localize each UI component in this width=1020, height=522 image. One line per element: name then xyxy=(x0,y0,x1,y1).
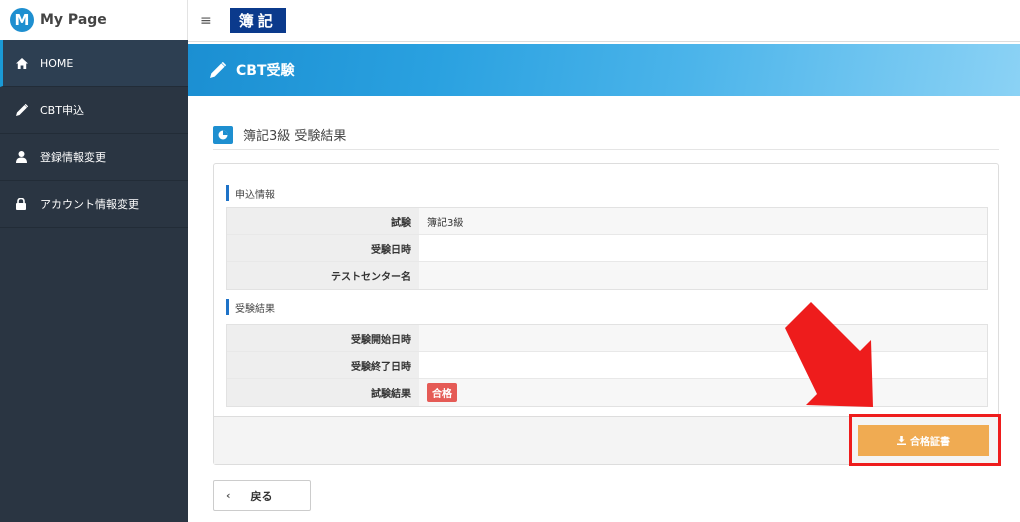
row-key: 受験開始日時 xyxy=(227,325,419,351)
row-key: 試験結果 xyxy=(227,379,419,406)
table-row: 受験日時 xyxy=(227,235,987,262)
application-info-table: 試験 簿記3級 受験日時 テストセンター名 xyxy=(226,207,988,290)
top-bar: ≡ 簿記 xyxy=(188,0,1020,42)
table-row: 試験 簿記3級 xyxy=(227,208,987,235)
logo: M xyxy=(10,8,34,32)
back-button-label: 戻る xyxy=(250,489,273,503)
home-icon xyxy=(16,57,40,69)
sidebar-item-registration[interactable]: 登録情報変更 xyxy=(0,134,188,181)
sidebar-item-cbt-apply[interactable]: CBT申込 xyxy=(0,87,188,134)
back-button[interactable]: ‹ 戻る xyxy=(213,480,311,511)
menu-toggle-icon[interactable]: ≡ xyxy=(200,13,212,29)
page-title: CBT受験 xyxy=(236,63,295,79)
row-value xyxy=(419,262,987,289)
row-key: テストセンター名 xyxy=(227,262,419,289)
section-title: 簿記3級 受験結果 xyxy=(213,120,999,150)
lock-icon xyxy=(16,198,40,210)
row-key: 受験終了日時 xyxy=(227,352,419,378)
row-value xyxy=(419,325,987,351)
pie-chart-icon xyxy=(213,125,233,144)
exam-result-label: 受験結果 xyxy=(226,299,275,315)
sidebar-item-label: アカウント情報変更 xyxy=(40,198,139,211)
sidebar-item-label: CBT申込 xyxy=(40,104,84,117)
sidebar-item-label: HOME xyxy=(40,56,74,70)
row-value: 合格 xyxy=(419,379,987,406)
boki-logo-badge: 簿記 xyxy=(229,8,286,33)
brand-title: My Page xyxy=(40,12,107,28)
sidebar-item-home[interactable]: HOME xyxy=(0,40,188,87)
section-title-text: 簿記3級 受験結果 xyxy=(243,129,347,144)
row-key: 受験日時 xyxy=(227,235,419,261)
sidebar-item-account[interactable]: アカウント情報変更 xyxy=(0,181,188,228)
application-info-label: 申込情報 xyxy=(226,185,275,201)
table-row: テストセンター名 xyxy=(227,262,987,289)
pencil-icon xyxy=(16,104,40,116)
chevron-left-icon: ‹ xyxy=(226,489,231,502)
row-value xyxy=(419,352,987,378)
sidebar: M My Page HOME CBT申込 登録情報変更 アカウント情報変更 xyxy=(0,0,188,522)
user-icon xyxy=(16,151,40,163)
highlight-box xyxy=(849,414,1001,466)
red-arrow-icon xyxy=(785,302,873,407)
page-header-banner: CBT受験 xyxy=(188,44,1020,96)
row-value xyxy=(419,235,987,261)
sidebar-item-label: 登録情報変更 xyxy=(40,151,106,164)
status-badge: 合格 xyxy=(427,383,457,402)
row-key: 試験 xyxy=(227,208,419,234)
pencil-icon xyxy=(210,62,226,78)
row-value: 簿記3級 xyxy=(419,208,987,234)
brand[interactable]: M My Page xyxy=(0,0,188,40)
